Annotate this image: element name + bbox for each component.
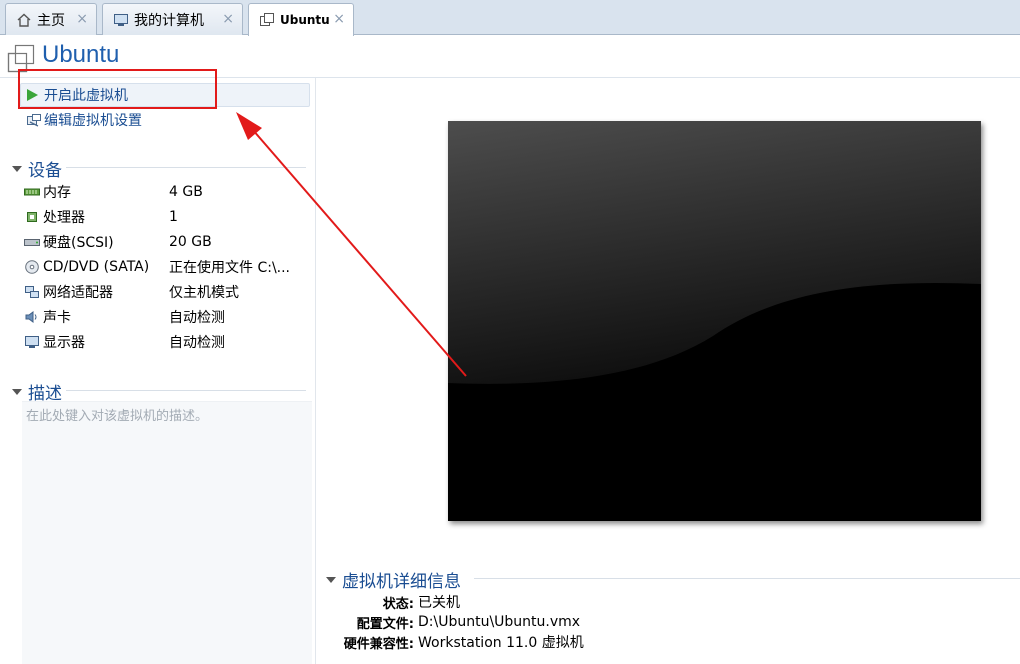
- annotation-arrow: [236, 112, 467, 377]
